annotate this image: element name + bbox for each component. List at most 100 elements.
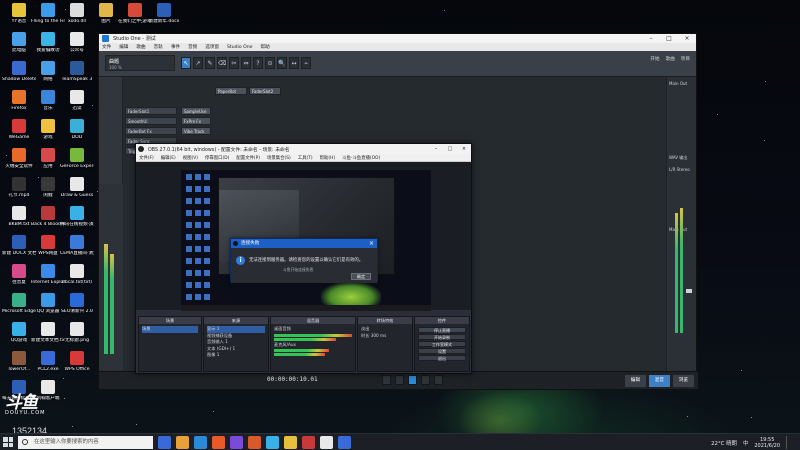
menu-item[interactable]: 选项窗 xyxy=(205,44,219,50)
menu-item[interactable]: Studio One xyxy=(227,45,252,50)
page-switch-item[interactable]: 开始 xyxy=(650,56,659,62)
taskbar-app-icon[interactable] xyxy=(302,436,315,449)
menu-item[interactable]: 帮助(H) xyxy=(320,155,336,161)
control-button[interactable]: 停止直播 xyxy=(418,327,466,333)
obs-close-button[interactable]: × xyxy=(457,146,471,152)
obs-titlebar[interactable]: OBS 27.0.1(64 bit, windows) - 配置文件: 未命名 … xyxy=(136,144,471,154)
desktop-icon[interactable]: GeForce Experience xyxy=(60,148,94,170)
ime-indicator[interactable]: 中 xyxy=(743,439,748,447)
taskbar-app-icon[interactable] xyxy=(320,436,333,449)
dialog-close-icon[interactable]: × xyxy=(369,239,374,248)
scene-item[interactable]: 场景 xyxy=(142,326,198,333)
transition-duration[interactable]: 时长 300 ms xyxy=(361,333,409,340)
menu-item[interactable]: 编辑 xyxy=(119,44,128,50)
track-header[interactable]: SmoothUi xyxy=(125,117,177,125)
play-button[interactable] xyxy=(421,375,430,385)
song-info[interactable]: 曲题 100 % xyxy=(105,55,175,71)
taskbar-app-icon[interactable] xyxy=(230,436,243,449)
taskbar-app-icon[interactable] xyxy=(194,436,207,449)
desktop-icon[interactable]: 公众号 xyxy=(60,32,94,54)
connection-failed-dialog[interactable]: 连接失败 × i 无法连接到服务器。请检查您的设置以确认它们是有效的。 斗鱼开始… xyxy=(230,238,378,283)
control-button[interactable]: 退出 xyxy=(418,355,466,361)
maximize-button[interactable]: □ xyxy=(660,35,678,42)
tab-edit[interactable]: 编辑 xyxy=(624,375,646,387)
source-item[interactable]: 图像 1 xyxy=(207,352,265,359)
mixer-dock: 混音器 桌面音频 麦克风/Aux xyxy=(270,316,356,372)
tool-button[interactable]: ↖ xyxy=(181,57,191,69)
tool-button[interactable]: ✂ xyxy=(229,57,239,69)
master-fader[interactable] xyxy=(686,289,692,293)
taskbar-app-icon[interactable] xyxy=(176,436,189,449)
close-button[interactable]: × xyxy=(678,35,696,42)
menu-item[interactable]: 音轨 xyxy=(154,44,163,50)
menu-item[interactable]: 工具(T) xyxy=(298,155,313,161)
tool-button[interactable]: ⊙ xyxy=(265,57,275,69)
menu-item[interactable]: 视图(V) xyxy=(183,155,198,161)
notification-icon[interactable] xyxy=(786,436,794,449)
desktop-icon[interactable]: dbcal.txt(txt) xyxy=(60,264,94,286)
track-event[interactable]: FaderSlot2 xyxy=(249,87,281,95)
record-button[interactable] xyxy=(408,375,417,385)
desktop-icon[interactable]: WPS Office xyxy=(60,351,94,373)
desktop-icon[interactable]: TeamSpeak 3 xyxy=(60,61,94,83)
track-event[interactable]: Vibe Track xyxy=(181,127,211,135)
taskbar-app-icon[interactable] xyxy=(284,436,297,449)
rewind-button[interactable] xyxy=(382,375,391,385)
stop-button[interactable] xyxy=(434,375,443,385)
page-switch-item[interactable]: 项目 xyxy=(681,56,690,62)
taskbar-app-icon[interactable] xyxy=(338,436,351,449)
menu-item[interactable]: 事件 xyxy=(171,44,180,50)
menu-item[interactable]: 音频 xyxy=(188,44,197,50)
desktop-icon[interactable]: SEO清新兴 2.0 xyxy=(60,293,94,315)
menu-item[interactable]: 场景集合(S) xyxy=(267,155,291,161)
minimize-button[interactable]: – xyxy=(642,35,660,42)
desktop-icon[interactable]: 腾讯在线视频·演生... xyxy=(60,206,94,228)
tool-button[interactable]: ↗ xyxy=(193,57,203,69)
tab-mix[interactable]: 混音 xyxy=(648,375,670,387)
menu-item[interactable]: 帮助 xyxy=(260,44,269,50)
obs-maximize-button[interactable]: □ xyxy=(443,146,457,152)
control-button[interactable]: 开始录制 xyxy=(418,334,466,340)
page-switch-item[interactable]: 歌曲 xyxy=(666,56,675,62)
taskbar-search[interactable]: 在这里输入你要搜索的内容 xyxy=(18,436,153,449)
tool-button[interactable]: ✎ xyxy=(205,57,215,69)
track-event[interactable]: SampleUse xyxy=(181,107,211,115)
desktop-icon[interactable]: 无标题.png xyxy=(60,322,94,344)
tool-button[interactable]: ⌁ xyxy=(301,57,311,69)
track-event[interactable]: FxPre Fx xyxy=(181,117,211,125)
desktop-icon[interactable]: DOD xyxy=(60,119,94,141)
clock[interactable]: 19:55 2021/6/20 xyxy=(754,437,780,449)
control-button[interactable]: 设置 xyxy=(418,348,466,354)
track-header[interactable]: FaderSlot1 xyxy=(125,107,177,115)
desktop-icon[interactable]: 迅读 xyxy=(60,90,94,112)
tab-browse[interactable]: 浏览 xyxy=(672,375,694,387)
tool-button[interactable]: ⌫ xyxy=(217,57,227,69)
taskbar-app-icon[interactable] xyxy=(212,436,225,449)
menu-item[interactable]: 编辑(E) xyxy=(161,155,176,161)
menu-item[interactable]: 停靠窗口(D) xyxy=(205,155,229,161)
menu-item[interactable]: 配置文件(P) xyxy=(236,155,260,161)
menu-item[interactable]: 歌曲 xyxy=(136,44,145,50)
obs-minimize-button[interactable]: – xyxy=(429,146,443,152)
forward-button[interactable] xyxy=(395,375,404,385)
track-event[interactable]: PaperBot xyxy=(215,87,247,95)
menu-item[interactable]: 文件 xyxy=(102,44,111,50)
dialog-ok-button[interactable]: 确定 xyxy=(351,273,371,280)
desktop-icon[interactable]: Draw & Guess xyxy=(60,177,94,199)
menu-item[interactable]: 文件(F) xyxy=(139,155,154,161)
tool-button[interactable]: ⇔ xyxy=(241,57,251,69)
taskbar-app-icon[interactable] xyxy=(266,436,279,449)
weather-widget[interactable]: 22°C 晴朗 xyxy=(711,439,737,447)
desktop-icon[interactable]: CEMA直播间·清大区 xyxy=(60,235,94,257)
desktop-icon[interactable]: 新建新年.docx xyxy=(147,3,181,25)
tool-button[interactable]: ↔ xyxy=(289,57,299,69)
taskbar-app-icon[interactable] xyxy=(158,436,171,449)
menu-item[interactable]: 斗鱼·斗鱼直播(OO) xyxy=(342,155,380,161)
track-header[interactable]: FaderBot Fx xyxy=(125,127,177,135)
studio-titlebar[interactable]: Studio One - 测试 – □ × xyxy=(99,34,696,43)
start-button[interactable] xyxy=(3,437,13,447)
taskbar-app-icon[interactable] xyxy=(248,436,261,449)
tool-button[interactable]: ? xyxy=(253,57,263,69)
control-button[interactable]: 工作室模式 xyxy=(418,341,466,347)
tool-button[interactable]: 🔍 xyxy=(277,57,287,69)
